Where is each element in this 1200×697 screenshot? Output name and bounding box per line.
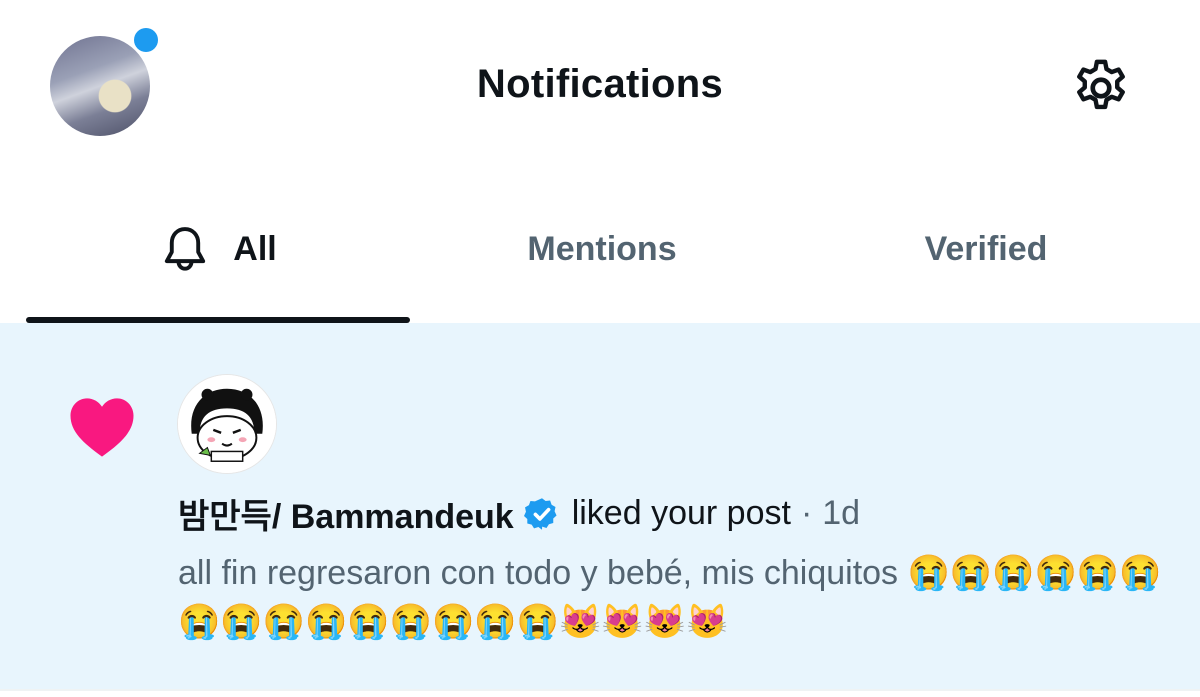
user-avatar[interactable] <box>178 375 276 473</box>
heart-icon <box>70 398 134 457</box>
tab-verified[interactable]: Verified <box>794 195 1178 303</box>
top-bar: Notifications <box>0 0 1200 175</box>
tab-all[interactable]: All <box>26 195 410 303</box>
verified-badge-icon <box>523 497 557 530</box>
page-title: Notifications <box>476 62 724 106</box>
notification-item[interactable]: 밤만득/ Bammandeuk liked your post · 1d all… <box>0 323 1200 689</box>
tab-mentions[interactable]: Mentions <box>410 195 794 303</box>
post-preview-text: all fin regresaron con todo y bebé, mis … <box>178 554 1162 641</box>
tab-verified-label: Verified <box>924 229 1048 268</box>
notification-header: 밤만득/ Bammandeuk liked your post · 1d <box>178 489 860 538</box>
bell-icon <box>165 227 206 271</box>
user-name-link[interactable]: 밤만득/ Bammandeuk <box>178 489 514 538</box>
separator-dot: · <box>800 494 813 532</box>
tab-all-label: All <box>233 229 277 268</box>
gear-icon[interactable] <box>1068 55 1134 121</box>
tab-mentions-label: Mentions <box>527 229 677 268</box>
divider <box>0 689 1200 691</box>
timestamp: 1d <box>822 494 861 532</box>
notification-action: liked your post <box>571 494 791 532</box>
notification-tabs: All Mentions Verified <box>0 195 1200 323</box>
unread-indicator-dot <box>134 28 158 52</box>
